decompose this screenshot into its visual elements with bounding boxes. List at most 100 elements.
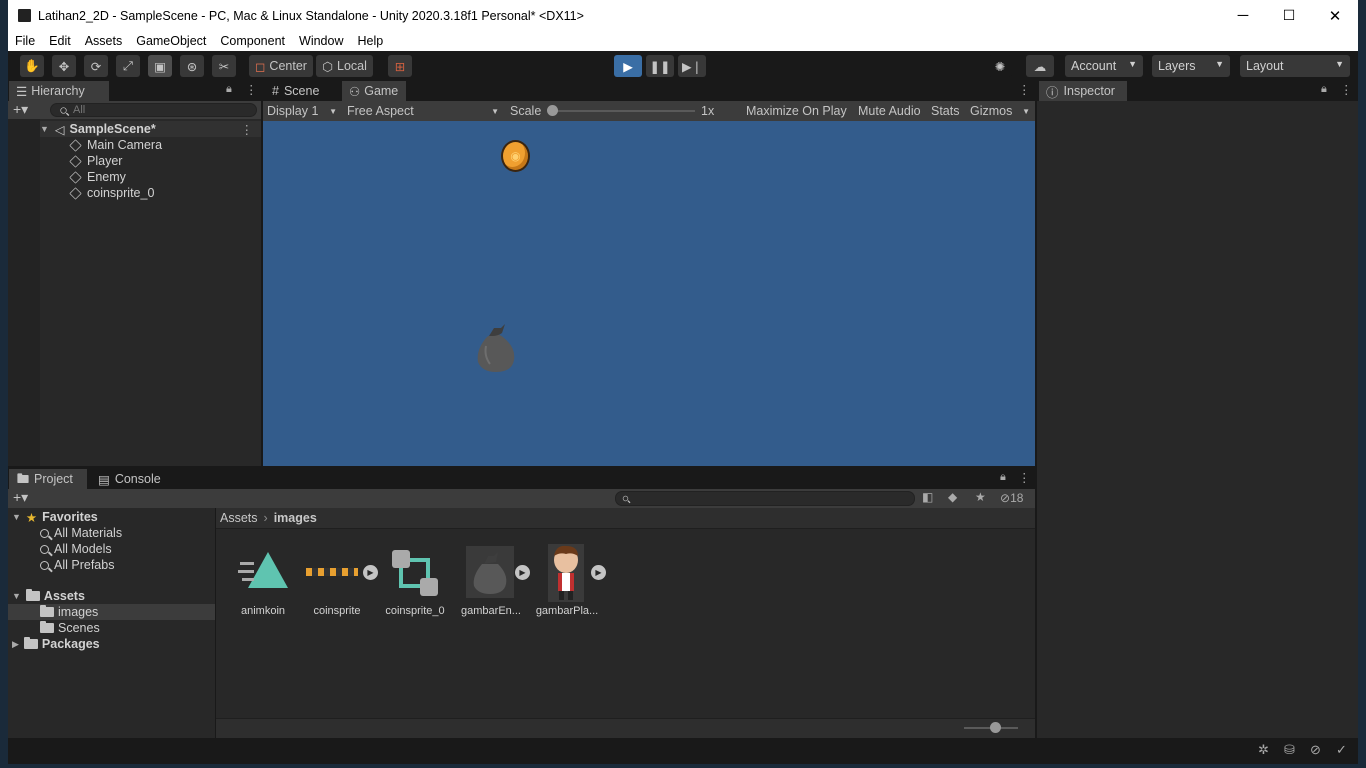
- more-menu-icon[interactable]: ⋮: [1018, 470, 1031, 485]
- favorite-all-materials[interactable]: All Materials: [40, 525, 122, 541]
- gizmos-dropdown[interactable]: Gizmos ▼: [966, 101, 1034, 121]
- more-menu-icon[interactable]: ⋮: [1340, 82, 1353, 97]
- hierarchy-search-input[interactable]: All: [50, 103, 257, 117]
- game-viewport[interactable]: [263, 121, 1035, 466]
- scale-slider-track[interactable]: [553, 110, 695, 112]
- hierarchy-item-enemy[interactable]: Enemy: [69, 169, 126, 185]
- filter-by-type-icon[interactable]: ◧: [922, 490, 933, 504]
- menu-component[interactable]: Component: [213, 34, 292, 48]
- folder-scenes-row[interactable]: Scenes: [40, 620, 100, 636]
- scale-value: 1x: [701, 104, 715, 118]
- console-icon: ▤: [98, 472, 110, 487]
- maximize-button[interactable]: ☐: [1266, 0, 1312, 31]
- folder-label: Scenes: [58, 621, 100, 635]
- label-tag-icon[interactable]: ◆: [948, 490, 957, 504]
- folder-images-row[interactable]: images: [8, 604, 215, 620]
- icon-size-slider-handle[interactable]: [990, 722, 1001, 733]
- hierarchy-item-player[interactable]: Player: [69, 153, 122, 169]
- assets-folder-row[interactable]: ▼ Assets: [12, 588, 85, 604]
- folder-icon: [25, 589, 40, 601]
- more-menu-icon[interactable]: ⋮: [241, 122, 254, 137]
- star-icon[interactable]: ★: [975, 490, 986, 504]
- maximize-on-play-toggle[interactable]: Maximize On Play: [742, 101, 847, 121]
- pivot-center-button[interactable]: ◻ Center: [249, 55, 313, 77]
- enemy-trash-bag-sprite: [477, 324, 515, 372]
- tab-hierarchy[interactable]: ☰ Hierarchy: [9, 81, 109, 101]
- tab-scene[interactable]: # Scene: [265, 81, 339, 101]
- breadcrumb-assets[interactable]: Assets: [220, 511, 258, 525]
- close-button[interactable]: ✕: [1312, 0, 1358, 31]
- transform-tool-button[interactable]: ⊛: [180, 55, 204, 77]
- progress-check-icon[interactable]: ✓: [1336, 742, 1347, 758]
- rect-tool-button[interactable]: ▣: [148, 55, 172, 77]
- more-menu-icon[interactable]: ⋮: [245, 82, 258, 97]
- pivot-local-button[interactable]: ⬡ Local: [316, 55, 373, 77]
- asset-coinsprite-0[interactable]: coinsprite_0: [376, 540, 454, 625]
- more-menu-icon[interactable]: ⋮: [1018, 82, 1031, 97]
- stats-toggle[interactable]: Stats: [927, 101, 960, 121]
- hierarchy-item-coinsprite[interactable]: coinsprite_0: [69, 185, 154, 201]
- add-button[interactable]: +▾: [13, 101, 28, 118]
- scale-tool-button[interactable]: ⤢: [116, 55, 140, 77]
- aspect-dropdown[interactable]: Free Aspect ▼: [343, 101, 503, 121]
- account-dropdown[interactable]: Account ▼: [1065, 55, 1143, 77]
- move-tool-button[interactable]: ✥: [52, 55, 76, 77]
- menu-edit[interactable]: Edit: [42, 34, 78, 48]
- aspect-label: Free Aspect: [347, 104, 414, 118]
- services-icon[interactable]: ✺: [988, 55, 1012, 77]
- cloud-button[interactable]: ☁: [1026, 55, 1054, 77]
- tab-project-label: Project: [34, 472, 73, 486]
- list-icon: ☰: [16, 84, 28, 99]
- menu-help[interactable]: Help: [350, 34, 390, 48]
- display-dropdown[interactable]: Display 1 ▼: [263, 101, 341, 121]
- menu-gameobject[interactable]: GameObject: [129, 34, 213, 48]
- coin-sprite: ◉: [501, 140, 530, 172]
- asset-gambar-player[interactable]: ▶ gambarPla...: [528, 540, 606, 625]
- play-button[interactable]: ▶: [614, 55, 642, 77]
- tab-console[interactable]: ▤ Console: [91, 469, 171, 489]
- pause-button[interactable]: ❚❚: [646, 55, 674, 77]
- project-search-input[interactable]: [615, 491, 915, 506]
- step-button[interactable]: ▶❘: [678, 55, 706, 77]
- hierarchy-gutter: [8, 119, 40, 466]
- lock-icon[interactable]: 🔒︎: [226, 83, 232, 96]
- menu-window[interactable]: Window: [292, 34, 350, 48]
- minimize-button[interactable]: ─: [1220, 0, 1266, 31]
- cache-server-icon[interactable]: ⛁: [1284, 742, 1295, 758]
- favorites-row[interactable]: ▼ ★ Favorites: [12, 509, 98, 525]
- auto-generate-lighting-icon[interactable]: ⊘: [1310, 742, 1321, 758]
- debug-bug-icon[interactable]: ✲: [1258, 742, 1269, 758]
- asset-gambar-enemy[interactable]: ▶ gambarEn...: [452, 540, 530, 625]
- hidden-packages-button[interactable]: ⊘18: [1000, 491, 1023, 505]
- lock-icon[interactable]: 🔒︎: [1321, 83, 1327, 96]
- menu-file[interactable]: File: [8, 34, 42, 48]
- hierarchy-item-main-camera[interactable]: Main Camera: [69, 137, 162, 153]
- favorite-all-prefabs[interactable]: All Prefabs: [40, 557, 114, 573]
- mute-audio-toggle[interactable]: Mute Audio: [854, 101, 921, 121]
- custom-tool-button[interactable]: ✂: [212, 55, 236, 77]
- breadcrumb-images[interactable]: images: [274, 511, 317, 525]
- assets-label: Assets: [43, 589, 85, 603]
- scene-row[interactable]: ▼ ◁ SampleScene* ⋮: [40, 121, 261, 137]
- scene-icon: ◁: [54, 122, 65, 137]
- asset-animkoin[interactable]: animkoin: [224, 540, 302, 625]
- grid-snap-button[interactable]: ⊞: [388, 55, 412, 77]
- lock-icon[interactable]: 🔒︎: [1000, 471, 1006, 484]
- tab-project[interactable]: Project: [9, 469, 87, 489]
- scale-slider-handle[interactable]: [547, 105, 558, 116]
- gameobject-icon: [69, 154, 82, 168]
- tab-game[interactable]: ⚇ Game: [342, 81, 406, 101]
- packages-folder-row[interactable]: ▶ Packages: [12, 636, 100, 652]
- favorite-all-models[interactable]: All Models: [40, 541, 112, 557]
- chevron-right-icon: ›: [263, 511, 268, 525]
- rotate-tool-button[interactable]: ⟳: [84, 55, 108, 77]
- layers-dropdown[interactable]: Layers ▼: [1152, 55, 1230, 77]
- layout-dropdown[interactable]: Layout ▼: [1240, 55, 1350, 77]
- tab-inspector[interactable]: ⓘ Inspector: [1039, 81, 1127, 101]
- expand-play-icon[interactable]: ▶: [591, 565, 606, 580]
- menu-assets[interactable]: Assets: [78, 34, 130, 48]
- folder-icon: [17, 473, 29, 483]
- create-button[interactable]: +▾: [13, 489, 28, 506]
- hand-tool-button[interactable]: ✋: [20, 55, 44, 77]
- asset-coinsprite[interactable]: ▶ coinsprite: [298, 540, 378, 625]
